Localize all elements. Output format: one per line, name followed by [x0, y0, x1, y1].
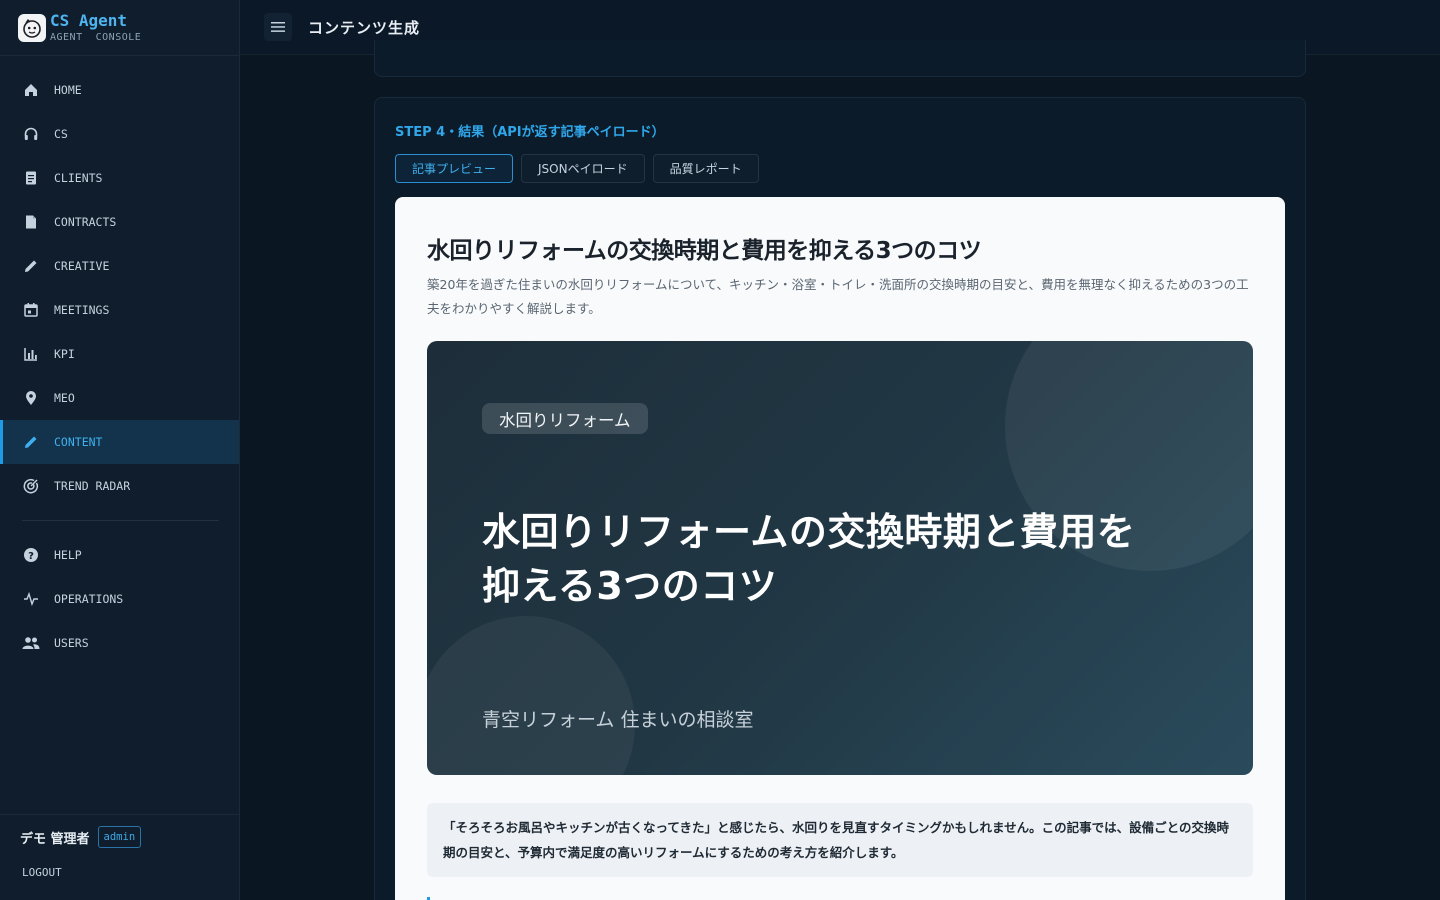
- page-title: コンテンツ生成: [308, 18, 421, 37]
- sidebar-item-label: CLIENTS: [54, 171, 103, 185]
- sidebar-item-label: TREND RADAR: [54, 479, 131, 493]
- previous-step-card: [374, 40, 1306, 77]
- article-intro: 「そろそろお風呂やキッチンが古くなってきた」と感じたら、水回りを見直すタイミング…: [427, 803, 1253, 877]
- brand-subtitle: AGENT CONSOLE: [50, 32, 142, 43]
- hamburger-icon: [271, 22, 285, 32]
- sidebar-item-users[interactable]: USERS: [0, 621, 239, 665]
- sidebar-item-label: KPI: [54, 347, 75, 361]
- sidebar-item-help[interactable]: ? HELP: [0, 533, 239, 577]
- sidebar-item-label: USERS: [54, 636, 89, 650]
- sidebar-item-label: MEETINGS: [54, 303, 110, 317]
- pencil-icon: [22, 433, 40, 451]
- tab-json-payload[interactable]: JSONペイロード: [521, 154, 645, 183]
- sidebar-item-trend-radar[interactable]: TREND RADAR: [0, 464, 239, 508]
- sidebar-nav: HOME CS CLIENTS CONTRACTS CREATIVE MEETI…: [0, 56, 239, 665]
- article-preview: 水回りリフォームの交換時期と費用を抑える3つのコツ 築20年を過ぎた住まいの水回…: [395, 197, 1285, 900]
- logo-icon: [18, 13, 46, 42]
- sidebar-item-home[interactable]: HOME: [0, 68, 239, 112]
- step-result-card: STEP 4・結果（APIが返す記事ペイロード） 記事プレビュー JSONペイロ…: [374, 97, 1306, 900]
- article-description: 築20年を過ぎた住まいの水回りリフォームについて、キッチン・浴室・トイレ・洗面所…: [427, 277, 1249, 316]
- hero-category-tag: 水回りリフォーム: [482, 403, 648, 434]
- pencil-icon: [22, 257, 40, 275]
- sidebar-footer: デモ 管理者 admin LOGOUT: [0, 814, 239, 900]
- pulse-icon: [22, 590, 40, 608]
- sidebar-item-cs[interactable]: CS: [0, 112, 239, 156]
- sidebar-item-creative[interactable]: CREATIVE: [0, 244, 239, 288]
- sidebar-item-clients[interactable]: CLIENTS: [0, 156, 239, 200]
- hero-site-name: 青空リフォーム 住まいの相談室: [482, 709, 754, 731]
- clipboard-icon: [22, 169, 40, 187]
- result-tabs: 記事プレビュー JSONペイロード 品質レポート: [395, 154, 767, 183]
- sidebar-item-label: HELP: [54, 548, 82, 562]
- sidebar-item-label: CS: [54, 127, 68, 141]
- sidebar-item-meo[interactable]: MEO: [0, 376, 239, 420]
- brand-title: CS Agent: [50, 11, 128, 30]
- hero-title: 水回りリフォームの交換時期と費用を抑える3つのコツ: [482, 510, 1136, 608]
- bar-chart-icon: [22, 345, 40, 363]
- users-icon: [22, 634, 40, 652]
- radar-icon: [22, 477, 40, 495]
- menu-toggle-button[interactable]: [264, 13, 292, 41]
- hero-decoration: [427, 616, 635, 775]
- document-icon: [22, 213, 40, 231]
- map-pin-icon: [22, 389, 40, 407]
- home-icon: [22, 81, 40, 99]
- hero-image: 水回りリフォーム 水回りリフォームの交換時期と費用を抑える3つのコツ 青空リフォ…: [427, 341, 1253, 775]
- sidebar-item-label: CONTENT: [54, 435, 103, 449]
- sidebar-item-operations[interactable]: OPERATIONS: [0, 577, 239, 621]
- article-title: 水回りリフォームの交換時期と費用を抑える3つのコツ: [427, 238, 982, 264]
- tab-quality-report[interactable]: 品質レポート: [652, 154, 759, 183]
- sidebar-item-label: OPERATIONS: [54, 592, 124, 606]
- sidebar-item-kpi[interactable]: KPI: [0, 332, 239, 376]
- nav-divider: [22, 520, 219, 521]
- step-title: STEP 4・結果（APIが返す記事ペイロード）: [395, 125, 665, 140]
- tab-article-preview[interactable]: 記事プレビュー: [395, 154, 514, 183]
- svg-text:?: ?: [28, 551, 34, 562]
- help-icon: ?: [22, 546, 40, 564]
- sidebar-item-label: MEO: [54, 391, 75, 405]
- role-badge: admin: [97, 826, 142, 848]
- calendar-icon: [22, 301, 40, 319]
- logout-link[interactable]: LOGOUT: [22, 866, 239, 879]
- sidebar-item-label: CREATIVE: [54, 259, 110, 273]
- sidebar-item-label: CONTRACTS: [54, 215, 117, 229]
- sidebar-item-meetings[interactable]: MEETINGS: [0, 288, 239, 332]
- sidebar: CS Agent AGENT CONSOLE HOME CS CLIENTS C…: [0, 0, 240, 900]
- sidebar-item-content[interactable]: CONTENT: [0, 420, 239, 464]
- sidebar-item-contracts[interactable]: CONTRACTS: [0, 200, 239, 244]
- headset-icon: [22, 125, 40, 143]
- user-info: デモ 管理者 admin: [20, 826, 239, 848]
- sidebar-item-label: HOME: [54, 83, 82, 97]
- user-name: デモ 管理者: [20, 831, 90, 847]
- brand[interactable]: CS Agent AGENT CONSOLE: [0, 0, 239, 56]
